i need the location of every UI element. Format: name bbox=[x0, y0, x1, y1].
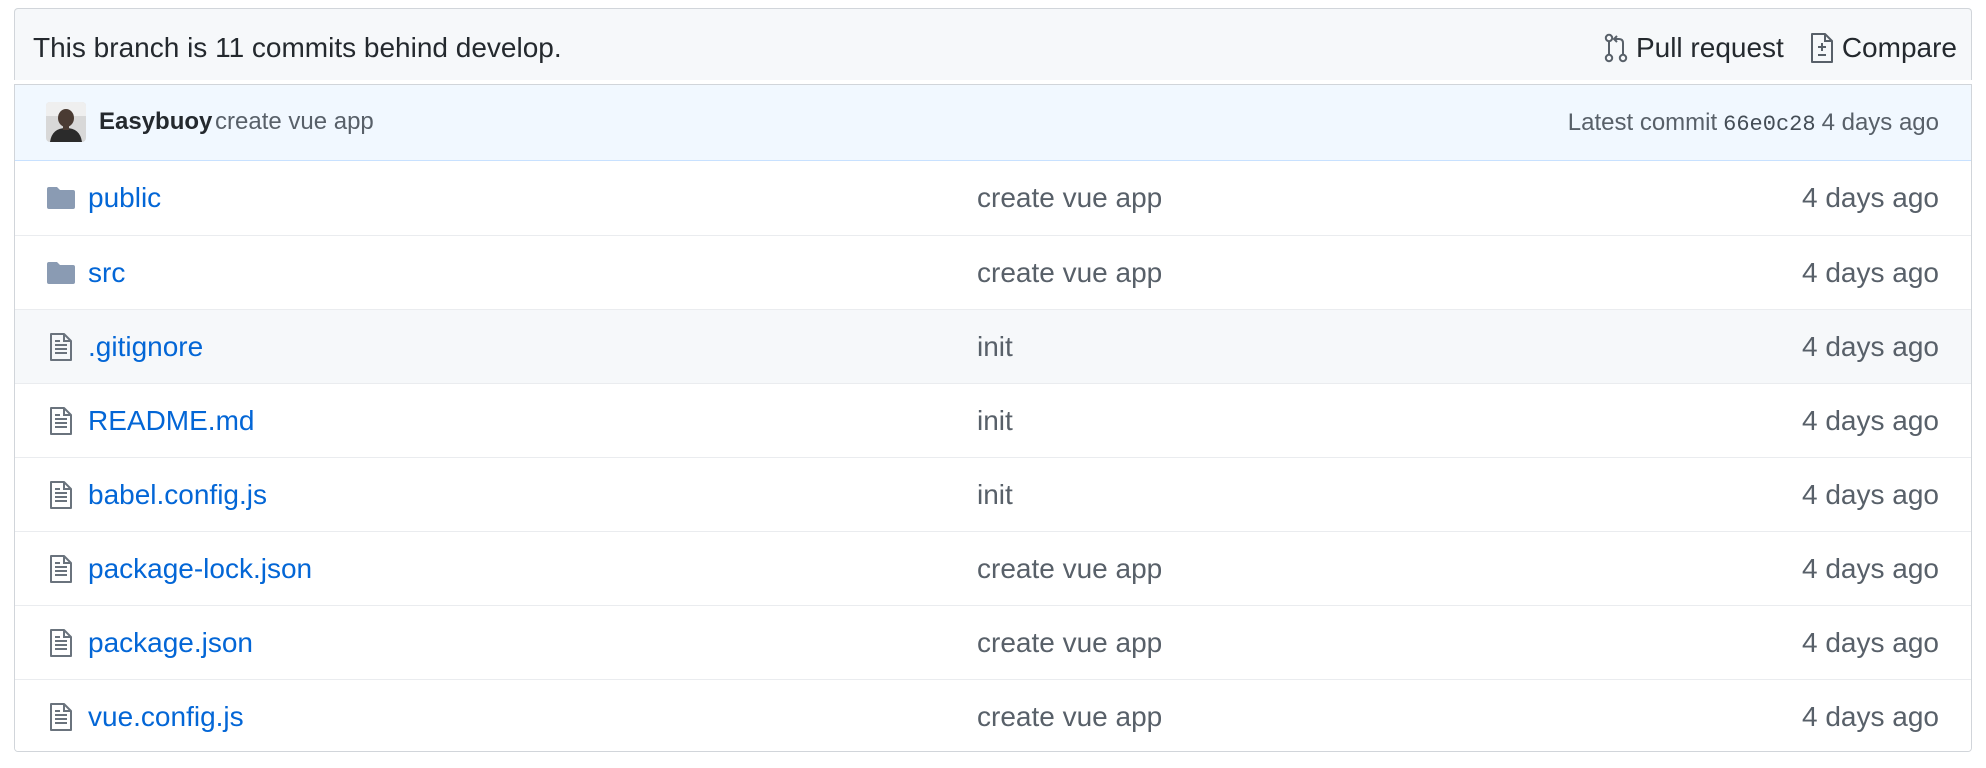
branch-status-text: This branch is 11 commits behind develop… bbox=[33, 32, 562, 63]
compare-link[interactable]: Compare bbox=[1810, 32, 1957, 64]
file-commit-age: 4 days ago bbox=[1802, 405, 1939, 436]
file-name-link[interactable]: src bbox=[88, 236, 125, 310]
file-commit-message-link[interactable]: create vue app bbox=[977, 532, 1162, 606]
compare-label: Compare bbox=[1841, 32, 1957, 63]
file-listing: Easybuoy create vue app Latest commit 66e… bbox=[14, 84, 1972, 752]
file-commit-message-link[interactable]: create vue app bbox=[977, 161, 1162, 235]
commit-age: 4 days ago bbox=[1821, 109, 1939, 136]
file-name-link[interactable]: public bbox=[88, 161, 161, 235]
file-commit-message-link[interactable]: init bbox=[977, 458, 1013, 532]
commit-message-link[interactable]: create vue app bbox=[215, 85, 374, 159]
file-icon bbox=[45, 406, 77, 436]
file-commit-message-link[interactable]: create vue app bbox=[977, 680, 1162, 751]
folder-icon bbox=[45, 258, 77, 288]
file-commit-message-link[interactable]: create vue app bbox=[977, 236, 1162, 310]
file-name-link[interactable]: .gitignore bbox=[88, 310, 203, 384]
file-rows: public create vue app 4 days ago src create … bbox=[15, 161, 1971, 751]
file-row[interactable]: README.md init 4 days ago bbox=[15, 383, 1971, 457]
file-commit-age: 4 days ago bbox=[1802, 182, 1939, 213]
file-row[interactable]: src create vue app 4 days ago bbox=[15, 235, 1971, 309]
file-commit-age: 4 days ago bbox=[1802, 553, 1939, 584]
pull-request-link[interactable]: Pull request bbox=[1604, 32, 1784, 64]
file-name-link[interactable]: vue.config.js bbox=[88, 680, 244, 751]
latest-commit-label: Latest commit bbox=[1567, 109, 1718, 136]
file-commit-message-link[interactable]: init bbox=[977, 310, 1013, 384]
commit-sha-link[interactable]: 66e0c28 bbox=[1723, 112, 1815, 137]
latest-commit-info: Latest commit 66e0c28 4 days ago bbox=[1568, 85, 1939, 163]
file-commit-age: 4 days ago bbox=[1802, 479, 1939, 510]
branch-actions: Pull request Compare bbox=[1604, 9, 1957, 87]
repo-file-browser: This branch is 11 commits behind develop… bbox=[0, 0, 1986, 768]
file-icon bbox=[45, 480, 77, 510]
file-row[interactable]: package-lock.json create vue app 4 days ag… bbox=[15, 531, 1971, 605]
file-row[interactable]: public create vue app 4 days ago bbox=[15, 161, 1971, 235]
file-row[interactable]: vue.config.js create vue app 4 days ago bbox=[15, 679, 1971, 751]
latest-commit-bar: Easybuoy create vue app Latest commit 66e… bbox=[15, 85, 1971, 161]
file-icon bbox=[45, 702, 77, 732]
file-name-link[interactable]: package-lock.json bbox=[88, 532, 312, 606]
folder-icon bbox=[45, 183, 77, 213]
file-name-link[interactable]: babel.config.js bbox=[88, 458, 267, 532]
file-commit-age: 4 days ago bbox=[1802, 331, 1939, 362]
file-row[interactable]: .gitignore init 4 days ago bbox=[15, 309, 1971, 383]
file-icon bbox=[45, 332, 77, 362]
file-row[interactable]: package.json create vue app 4 days ago bbox=[15, 605, 1971, 679]
file-icon bbox=[45, 554, 77, 584]
avatar[interactable] bbox=[46, 102, 86, 142]
branch-status-bar: This branch is 11 commits behind develop… bbox=[14, 8, 1972, 80]
file-commit-message-link[interactable]: create vue app bbox=[977, 606, 1162, 680]
file-name-link[interactable]: README.md bbox=[88, 384, 254, 458]
file-commit-age: 4 days ago bbox=[1802, 627, 1939, 658]
file-name-link[interactable]: package.json bbox=[88, 606, 253, 680]
commit-author-link[interactable]: Easybuoy bbox=[99, 85, 212, 159]
file-icon bbox=[45, 628, 77, 658]
file-commit-age: 4 days ago bbox=[1802, 257, 1939, 288]
file-commit-message-link[interactable]: init bbox=[977, 384, 1013, 458]
pull-request-label: Pull request bbox=[1635, 32, 1784, 63]
file-commit-age: 4 days ago bbox=[1802, 701, 1939, 732]
git-pull-request-icon bbox=[1604, 33, 1628, 63]
file-diff-icon bbox=[1810, 32, 1834, 64]
file-row[interactable]: babel.config.js init 4 days ago bbox=[15, 457, 1971, 531]
